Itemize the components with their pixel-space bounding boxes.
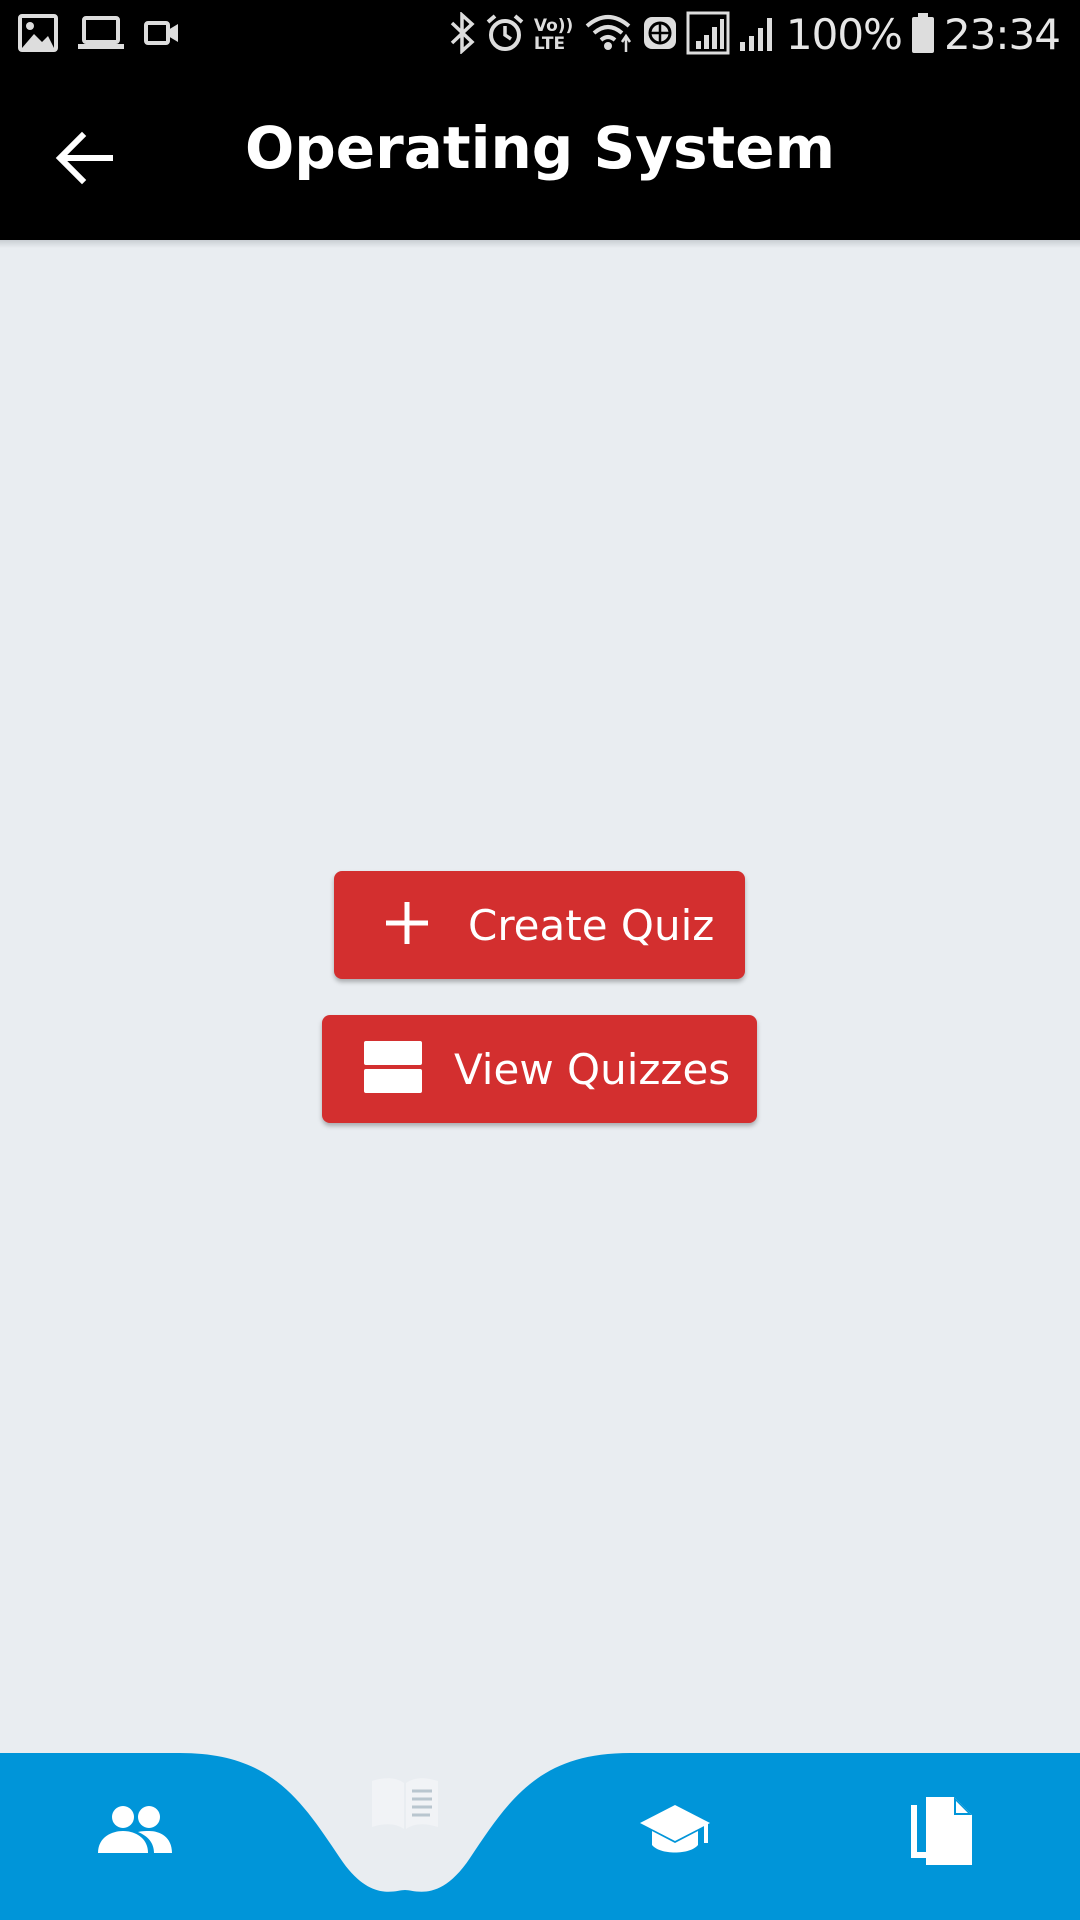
laptop-icon [78, 16, 124, 54]
app-bar-shadow [0, 240, 1080, 248]
videocam-icon [144, 20, 180, 50]
wifi-icon [584, 12, 634, 58]
create-quiz-label: Create Quiz [468, 900, 715, 950]
bluetooth-icon [448, 10, 476, 58]
book-icon [372, 1778, 438, 1829]
file-copy-icon [911, 1797, 972, 1865]
status-left-icons [18, 14, 180, 56]
signal-icon [738, 12, 778, 58]
vpn-icon [642, 15, 678, 55]
nav-school-tab[interactable] [638, 1803, 712, 1863]
nav-people-tab[interactable] [98, 1803, 172, 1859]
school-icon [640, 1805, 710, 1853]
plus-icon [384, 900, 430, 950]
page-title: Operating System [244, 114, 836, 182]
battery-percent: 100% [785, 10, 903, 59]
battery-icon [910, 12, 936, 58]
status-right-icons: Vo)) LTE 100% 23:34 [448, 10, 1061, 59]
image-icon [18, 14, 58, 56]
nav-file-tab[interactable] [910, 1793, 976, 1871]
create-quiz-button[interactable]: Create Quiz [334, 871, 745, 979]
app-bar: Operating System [0, 74, 1080, 240]
volte-label-top: Vo)) [533, 15, 574, 36]
alarm-icon [484, 12, 526, 58]
bottom-navigation [0, 1753, 1080, 1920]
people-icon [98, 1806, 172, 1853]
view-quizzes-button[interactable]: View Quizzes [322, 1015, 757, 1123]
view-quizzes-label: View Quizzes [454, 1044, 731, 1094]
clock-time: 23:34 [943, 10, 1061, 59]
status-bar: Vo)) LTE 100% 23:34 [0, 0, 1080, 74]
volte-icon: Vo)) LTE [534, 17, 576, 53]
volte-label-bottom: LTE [533, 33, 566, 54]
nav-book-tab[interactable] [370, 1775, 440, 1835]
screen: Vo)) LTE 100% 23:34 Operating System Cre… [0, 0, 1080, 1920]
signal-icon [686, 11, 730, 59]
view-list-icon [364, 1039, 422, 1099]
